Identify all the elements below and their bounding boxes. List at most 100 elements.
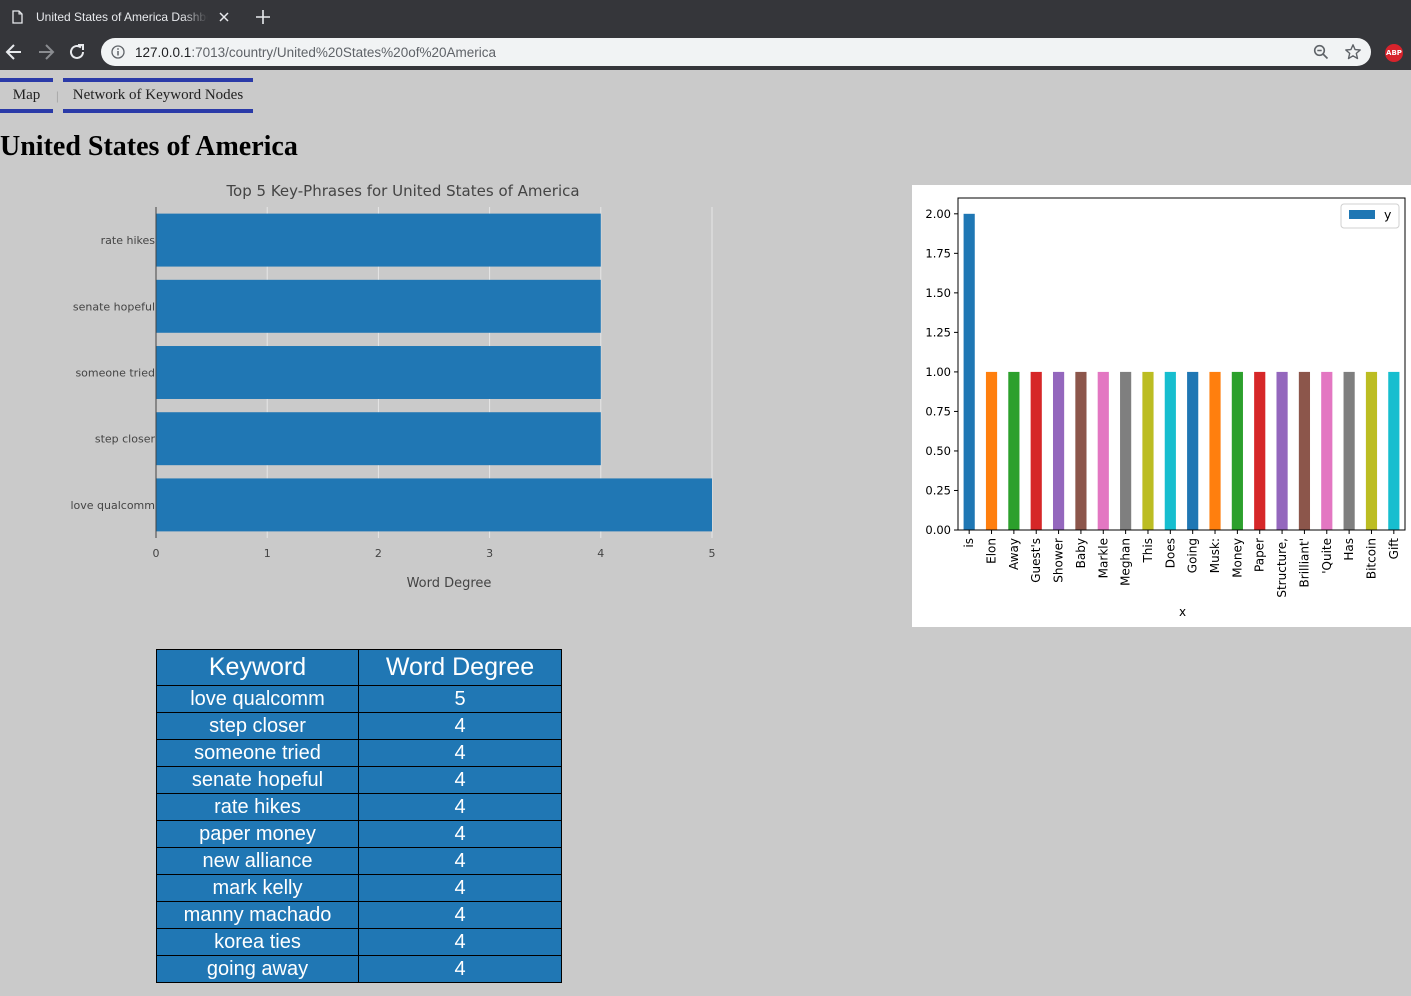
- y-tick-label: 0.75: [925, 404, 951, 418]
- word-degree-cell: 4: [358, 847, 562, 875]
- keyword-cell: someone tried: [156, 739, 359, 767]
- x-tick-label: Markle: [1096, 538, 1110, 578]
- x-tick-label: 'Quite: [1320, 538, 1334, 574]
- x-tick-label: Has: [1342, 538, 1356, 561]
- bar: [1097, 371, 1109, 530]
- y-tick-label: 0.50: [925, 444, 951, 458]
- x-tick-label: 1: [264, 547, 271, 560]
- x-tick-label: Bitcoin: [1364, 538, 1378, 579]
- keyword-cell: going away: [156, 955, 359, 983]
- browser-tab[interactable]: United States of America Dashboard: [0, 0, 242, 34]
- url-text: 127.0.0.1:7013/country/United%20States%2…: [135, 45, 496, 60]
- table-row: step closer 4: [156, 712, 562, 740]
- keyword-cell: korea ties: [156, 928, 359, 956]
- browser-toolbar: 127.0.0.1:7013/country/United%20States%2…: [0, 34, 1411, 70]
- table-row: love qualcomm 5: [156, 685, 562, 713]
- table-row: mark kelly 4: [156, 874, 562, 902]
- bar: [156, 213, 601, 267]
- nav-link-network-label: Network of Keyword Nodes: [72, 87, 244, 103]
- keyword-cell: love qualcomm: [156, 685, 359, 713]
- reload-icon[interactable]: [67, 42, 87, 62]
- x-axis-label: x: [1179, 605, 1186, 619]
- keyword-cell: new alliance: [156, 847, 359, 875]
- x-tick-label: Going: [1186, 538, 1200, 573]
- word-degree-cell: 4: [358, 901, 562, 929]
- word-degree-cell: 4: [358, 739, 562, 767]
- nav-link-map-label: Map: [12, 87, 41, 103]
- bar: [1120, 371, 1132, 530]
- bar: [1209, 371, 1221, 530]
- word-frequency-bar-chart: 0.00 0.25 0.50 0.75 1.00 1.25 1.50 1.75 2.00 is El…: [925, 197, 1406, 619]
- key-phrases-bar-chart: Top 5 Key-Phrases for United States of A…: [70, 182, 715, 591]
- bar: [963, 213, 975, 531]
- word-degree-cell: 4: [358, 820, 562, 848]
- keyword-cell: manny machado: [156, 901, 359, 929]
- word-degree-cell: 4: [358, 793, 562, 821]
- bar: [1388, 371, 1400, 530]
- forward-arrow-icon[interactable]: [36, 42, 56, 62]
- address-bar[interactable]: 127.0.0.1:7013/country/United%20States%2…: [101, 38, 1371, 66]
- x-tick-label: Does: [1163, 538, 1177, 568]
- bar: [156, 478, 712, 532]
- y-tick-label: 1.25: [925, 325, 951, 339]
- bar: [1052, 371, 1065, 530]
- info-icon[interactable]: [111, 45, 125, 59]
- y-tick-label: 0.00: [925, 523, 951, 537]
- x-tick-label: Structure,: [1275, 538, 1289, 598]
- x-tick-label: 2: [375, 547, 382, 560]
- bar: [156, 412, 601, 466]
- bookmark-star-icon[interactable]: [1344, 43, 1362, 61]
- zoom-icon[interactable]: [1313, 44, 1329, 60]
- y-tick-label: 0.25: [925, 483, 951, 497]
- bar: [1008, 371, 1020, 530]
- y-tick-label: someone tried: [75, 367, 155, 380]
- legend-swatch: [1349, 210, 1375, 219]
- y-tick-label: 2.00: [925, 207, 951, 221]
- new-tab-icon[interactable]: [254, 8, 272, 26]
- bar: [985, 371, 998, 530]
- x-tick-label: Meghan: [1119, 538, 1133, 586]
- word-frequency-chart-panel: 0.00 0.25 0.50 0.75 1.00 1.25 1.50 1.75 2.00 is El…: [912, 185, 1411, 627]
- close-icon[interactable]: [216, 9, 232, 25]
- bar: [1075, 371, 1087, 530]
- word-degree-cell: 4: [358, 712, 562, 740]
- x-tick-label: Away: [1007, 538, 1021, 570]
- table-row: someone tried 4: [156, 739, 562, 767]
- bar: [1276, 371, 1288, 530]
- bar: [1164, 371, 1176, 530]
- adblock-extension-icon[interactable]: ABP: [1385, 44, 1403, 62]
- keyword-cell: senate hopeful: [156, 766, 359, 794]
- y-tick-label: rate hikes: [101, 234, 156, 247]
- plot-frame: [957, 197, 1406, 531]
- keyword-cell: step closer: [156, 712, 359, 740]
- page-title: United States of America: [0, 131, 298, 162]
- nav-link-network[interactable]: Network of Keyword Nodes: [63, 78, 253, 113]
- x-tick-label: Guest's: [1029, 538, 1043, 583]
- keyword-table: Keyword Word Degree love qualcomm 5 step c…: [156, 649, 562, 983]
- y-tick-label: 1.75: [925, 246, 951, 260]
- document-icon: [12, 10, 23, 24]
- word-degree-cell: 4: [358, 766, 562, 794]
- header-keyword: Keyword: [156, 649, 359, 686]
- word-degree-cell: 5: [358, 685, 562, 713]
- x-tick-label: Shower: [1052, 538, 1066, 583]
- tab-title: United States of America Dashboard: [36, 10, 208, 24]
- legend-label: y: [1384, 207, 1392, 222]
- x-tick-label: 4: [597, 547, 604, 560]
- y-tick-label: 1.00: [925, 365, 951, 379]
- nav-link-map[interactable]: Map: [0, 78, 53, 113]
- table-row: new alliance 4: [156, 847, 562, 875]
- x-tick-label: 0: [153, 547, 160, 560]
- bar: [1254, 371, 1266, 530]
- bar: [1365, 371, 1378, 530]
- back-arrow-icon[interactable]: [4, 42, 24, 62]
- y-tick-label: 1.50: [925, 286, 951, 300]
- x-tick-label: is: [962, 538, 976, 548]
- x-tick-label: Baby: [1074, 538, 1088, 568]
- table-row: going away 4: [156, 955, 562, 983]
- word-degree-cell: 4: [358, 928, 562, 956]
- table-row: paper money 4: [156, 820, 562, 848]
- x-tick-label: Money: [1230, 538, 1244, 578]
- table-row: korea ties 4: [156, 928, 562, 956]
- bar: [156, 346, 601, 399]
